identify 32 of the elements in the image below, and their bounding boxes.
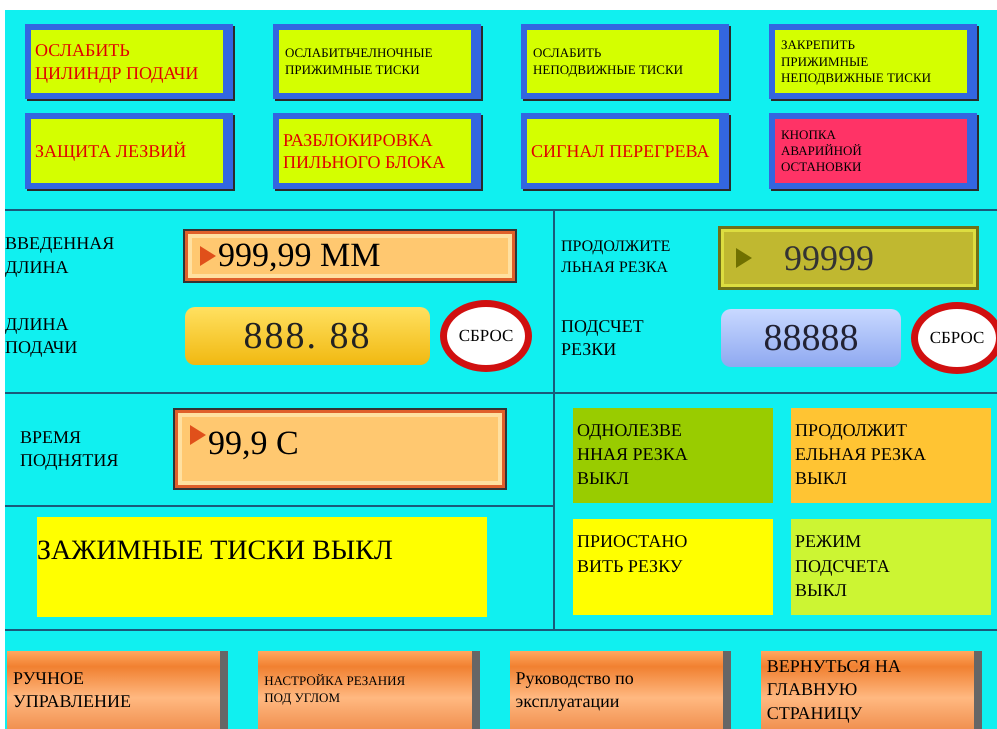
feed-length-display: 888. 88	[185, 307, 430, 366]
control-button[interactable]: РАЗБЛОКИРОВКА ПИЛЬНОГО БЛОКА	[273, 113, 481, 189]
field-label: ПОДСЧЕТ РЕЗКИ	[561, 314, 645, 362]
field-label: ВРЕМЯ ПОДНЯТИЯ	[20, 426, 120, 472]
field-label: ВВЕДЕННАЯ ДЛИНА	[5, 232, 116, 279]
mode-button[interactable]: ПРИОСТАНО ВИТЬ РЕЗКУ	[573, 519, 773, 615]
mode-button[interactable]: ПРОДОЛЖИТ ЕЛЬНАЯ РЕЗКА ВЫКЛ	[791, 408, 991, 504]
control-button[interactable]: СИГНАЛ ПЕРЕГРЕВА	[521, 113, 729, 189]
control-button[interactable]: ОСЛАБИТЬ ЦИЛИНДР ПОДАЧИ	[25, 24, 233, 100]
mode-button[interactable]: ОДНОЛЕЗВЕ ННАЯ РЕЗКА ВЫКЛ	[573, 408, 773, 504]
nav-button[interactable]: ВЕРНУТЬСЯ НА ГЛАВНУЮ СТРАНИЦУ	[760, 650, 982, 729]
time-input[interactable]: 99,9 С	[175, 410, 505, 488]
nav-button[interactable]: РУЧНОЕ УПРАВЛЕНИЕ	[7, 650, 228, 729]
cut-count-display: 88888	[721, 309, 901, 368]
reset-button[interactable]: СБРОС	[440, 300, 532, 372]
clamp-status: ЗАЖИМНЫЕ ТИСКИ ВЫКЛ	[37, 516, 487, 617]
control-button[interactable]: ОСЛАБИТЬЧЕЛНОЧНЫЕ ПРИЖИМНЫЕ ТИСКИ	[273, 24, 481, 100]
reset-button[interactable]: СБРОС	[911, 302, 997, 374]
mode-button[interactable]: РЕЖИМ ПОДСЧЕТА ВЫКЛ	[791, 519, 991, 615]
control-button[interactable]: ЗАЩИТА ЛЕЗВИЙ	[25, 113, 233, 189]
arrow-icon	[736, 248, 752, 268]
arrow-icon	[190, 425, 206, 446]
arrow-icon	[200, 246, 216, 266]
control-button[interactable]: КНОПКА АВАРИЙНОЙ ОСТАНОВКИ	[769, 113, 977, 189]
control-button[interactable]: ОСЛАБИТЬ НЕПОДВИЖНЫЕ ТИСКИ	[521, 24, 729, 100]
field-label: ДЛИНА ПОДАЧИ	[5, 312, 78, 360]
control-button[interactable]: ЗАКРЕПИТЬ ПРИЖИМНЫЕ НЕПОДВИЖНЫЕ ТИСКИ	[769, 24, 977, 100]
nav-button[interactable]: Руководство по эксплуатации	[510, 650, 731, 729]
length-input[interactable]: 999,99 ММ	[185, 230, 515, 281]
field-label: ПРОДОЛЖИТЕ ЛЬНАЯ РЕЗКА	[561, 236, 671, 278]
count-input[interactable]: 99999	[721, 228, 976, 287]
nav-button[interactable]: НАСТРОЙКА РЕЗАНИЯ ПОД УГЛОМ	[258, 650, 480, 729]
